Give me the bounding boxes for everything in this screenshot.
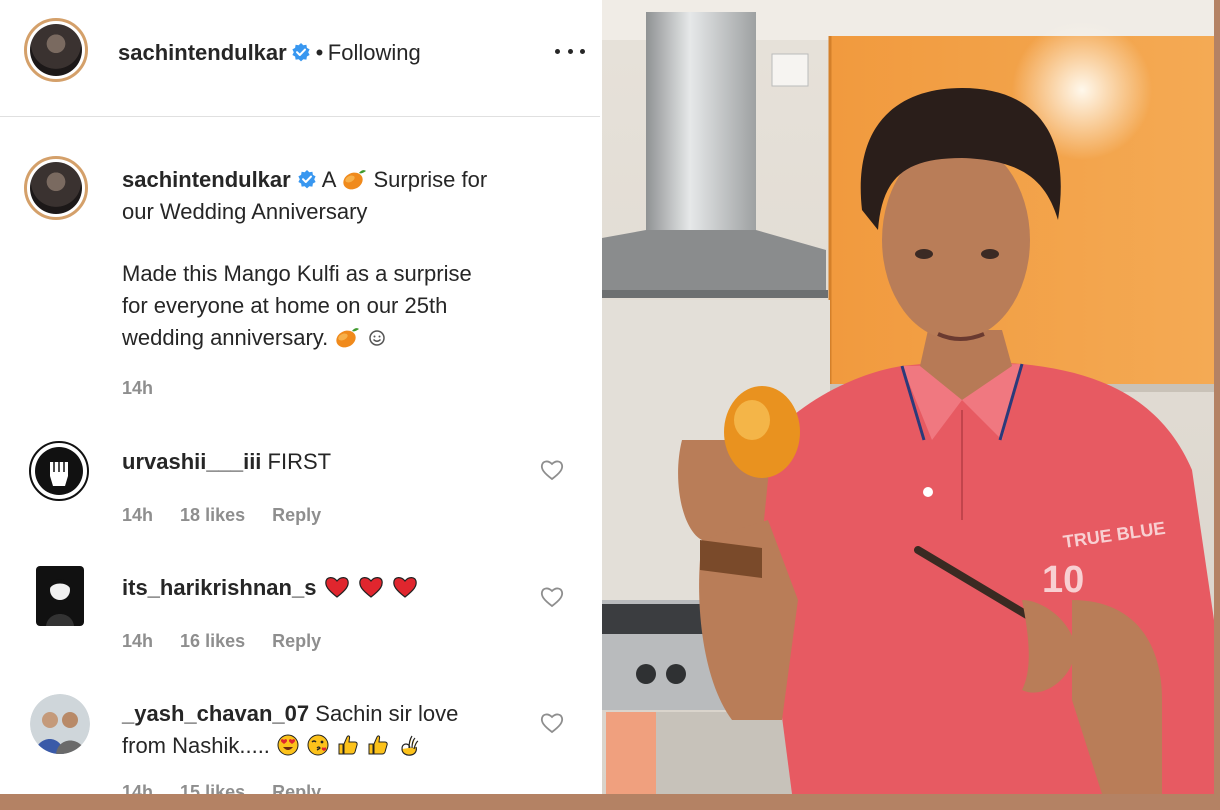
profile-photo-icon bbox=[30, 694, 90, 754]
thumbs-up-emoji bbox=[338, 735, 358, 755]
comment-time: 14h bbox=[122, 631, 154, 651]
caption-text: Surprise for bbox=[373, 167, 488, 192]
heart-outline-icon[interactable] bbox=[540, 586, 564, 608]
comment-3-meta: 14h 15 likes Reply bbox=[122, 782, 343, 794]
frame-border-right bbox=[1214, 0, 1220, 810]
reply-button[interactable]: Reply bbox=[272, 631, 321, 651]
post-sidebar: sachintendulkar • Following sachintendul… bbox=[0, 0, 600, 794]
separator-dot: • bbox=[315, 40, 324, 65]
caption-body-line2: for everyone at home on our 25th bbox=[122, 293, 448, 318]
screenshot-frame: sachintendulkar • Following sachintendul… bbox=[0, 0, 1214, 794]
winking-kiss-emoji bbox=[307, 734, 329, 756]
raised-fist-icon bbox=[29, 441, 89, 501]
red-heart-emoji bbox=[358, 577, 383, 598]
reply-button[interactable]: Reply bbox=[272, 505, 321, 525]
mango-emoji bbox=[336, 328, 360, 348]
author-avatar[interactable] bbox=[24, 18, 88, 82]
comment-2-meta: 14h 16 likes Reply bbox=[122, 631, 343, 652]
reply-button[interactable]: Reply bbox=[272, 782, 321, 794]
comment-2: its_harikrishnan_s bbox=[122, 572, 419, 604]
comment-1-meta: 14h 18 likes Reply bbox=[122, 505, 343, 526]
heart-eyes-emoji bbox=[277, 734, 299, 756]
comment-time: 14h bbox=[122, 505, 154, 525]
caption-line2: our Wedding Anniversary bbox=[122, 199, 368, 224]
post-photo[interactable]: TRUE BLUE 10 bbox=[602, 0, 1214, 794]
comment-text: Sachin sir love bbox=[315, 701, 459, 726]
commenter-avatar[interactable] bbox=[36, 566, 84, 626]
kitchen-photo-image: TRUE BLUE 10 bbox=[602, 0, 1214, 794]
comment-text-line2: from Nashik..... bbox=[122, 733, 270, 758]
caption-author-avatar[interactable] bbox=[24, 156, 88, 220]
thumbs-up-emoji bbox=[368, 735, 389, 755]
red-heart-emoji bbox=[393, 577, 417, 598]
heart-outline-icon[interactable] bbox=[540, 459, 564, 481]
caption-body-line1: Made this Mango Kulfi as a surprise bbox=[122, 261, 472, 286]
comment-username[interactable]: _yash_chavan_07 bbox=[122, 701, 309, 726]
verified-badge-icon bbox=[298, 170, 316, 189]
frame-border-bottom bbox=[0, 794, 1220, 810]
caption: sachintendulkar A Surprise for our Weddi… bbox=[122, 164, 582, 354]
comment-1: urvashii___iii FIRST bbox=[122, 446, 331, 478]
profile-photo-icon bbox=[36, 566, 84, 626]
commenter-avatar[interactable] bbox=[28, 440, 90, 502]
header-username[interactable]: sachintendulkar bbox=[118, 40, 287, 65]
more-options-icon[interactable] bbox=[555, 38, 585, 64]
comment-likes[interactable]: 15 likes bbox=[180, 782, 245, 794]
post-time: 14h bbox=[122, 378, 154, 398]
comment-3: _yash_chavan_07 Sachin sir love from Nas… bbox=[122, 698, 458, 762]
following-button[interactable]: Following bbox=[328, 40, 421, 65]
post-header: sachintendulkar • Following bbox=[0, 0, 600, 117]
red-heart-emoji bbox=[324, 577, 349, 598]
caption-body-line3: wedding anniversary. bbox=[122, 325, 329, 350]
caption-prefix: A bbox=[321, 167, 336, 192]
comment-username[interactable]: urvashii___iii bbox=[122, 449, 261, 474]
comment-likes[interactable]: 18 likes bbox=[180, 505, 245, 525]
mango-emoji bbox=[343, 170, 367, 190]
comment-text: FIRST bbox=[267, 449, 332, 474]
smiling-face-emoji bbox=[368, 330, 385, 346]
header-author-row: sachintendulkar • Following bbox=[118, 40, 421, 66]
verified-badge-icon bbox=[292, 43, 310, 62]
comment-likes[interactable]: 16 likes bbox=[180, 631, 245, 651]
caption-username[interactable]: sachintendulkar bbox=[122, 167, 291, 192]
commenter-avatar[interactable] bbox=[30, 694, 90, 754]
heart-outline-icon[interactable] bbox=[540, 712, 564, 734]
ok-hand-emoji bbox=[400, 735, 418, 756]
svg-text:10: 10 bbox=[1042, 559, 1084, 601]
comment-username[interactable]: its_harikrishnan_s bbox=[122, 575, 316, 600]
comment-time: 14h bbox=[122, 782, 154, 794]
